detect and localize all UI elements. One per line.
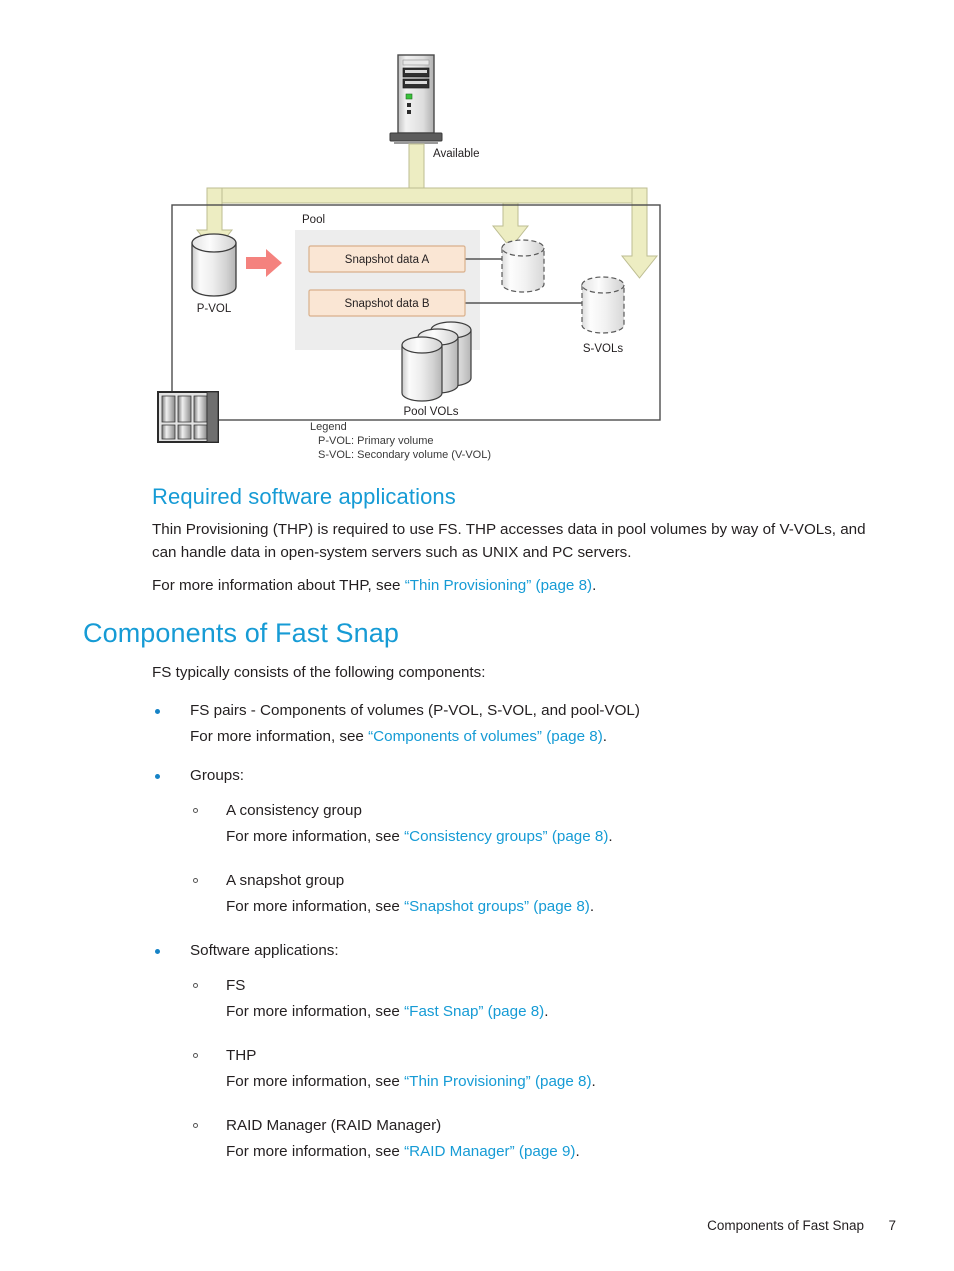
more-suffix: . (575, 1143, 580, 1160)
thp-more-suffix: . (592, 577, 597, 594)
paragraph-thp-intro: Thin Provisioning (THP) is required to u… (152, 521, 866, 561)
legend-title: Legend (310, 421, 347, 433)
software-applications-sublist: FS For more information, see “Fast Snap”… (190, 973, 954, 1165)
figure-legend: Legend P-VOL: Primary volume S-VOL: Seco… (310, 421, 491, 461)
link-snapshot-groups[interactable]: “Snapshot groups” (page 8) (404, 898, 590, 915)
more-prefix: For more information, see (190, 728, 369, 745)
figure-label-svols: S-VOLs (583, 343, 624, 355)
list-item-title: THP (226, 1047, 257, 1064)
more-prefix: For more information, see (226, 1143, 405, 1160)
page-content: Required software applications Thin Prov… (0, 482, 954, 1183)
heading-components-of-fast-snap: Components of Fast Snap (83, 618, 399, 648)
figure-label-pvol: P-VOL (197, 303, 232, 315)
list-item-title: Software applications: (190, 942, 339, 959)
more-prefix: For more information, see (226, 1073, 405, 1090)
list-item-title: A snapshot group (226, 872, 345, 889)
list-item-more-info: For more information, see “Consistency g… (226, 824, 954, 850)
link-thin-provisioning[interactable]: “Thin Provisioning” (page 8) (405, 577, 592, 594)
list-item: A snapshot group For more information, s… (190, 868, 954, 920)
list-item-title: Groups: (190, 767, 245, 784)
more-suffix: . (589, 898, 595, 915)
list-item-more-info: For more information, see “Fast Snap” (p… (226, 999, 954, 1025)
heading-required-software-applications: Required software applications (152, 484, 456, 509)
list-item-title: FS pairs - Components of volumes (P-VOL,… (190, 702, 640, 719)
list-item-title: RAID Manager (RAID Manager) (226, 1117, 442, 1134)
figure-label-poolvols: Pool VOLs (404, 406, 459, 418)
groups-sublist: A consistency group For more information… (190, 798, 954, 920)
legend-line-1: P-VOL: Primary volume (318, 435, 434, 447)
list-item: A consistency group For more information… (190, 798, 954, 850)
snapshot-data-a-box: Snapshot data A (308, 245, 466, 273)
link-consistency-groups[interactable]: “Consistency groups” (page 8) (404, 828, 608, 845)
footer-chapter-title: Components of Fast Snap (707, 1218, 864, 1233)
fast-snap-components-diagram: Available Pool Snapshot data A Snapshot … (150, 40, 710, 480)
list-item: THP For more information, see “Thin Prov… (190, 1043, 954, 1095)
more-prefix: For more information, see (226, 1003, 405, 1020)
list-item-more-info: For more information, see “Components of… (190, 724, 954, 750)
link-components-of-volumes[interactable]: “Components of volumes” (page 8) (368, 728, 603, 745)
thp-more-prefix: For more information about THP, see (152, 577, 405, 594)
snapshot-data-b-box: Snapshot data B (308, 289, 466, 317)
link-fast-snap[interactable]: “Fast Snap” (page 8) (404, 1003, 544, 1020)
list-item: Groups: A consistency group For more inf… (0, 763, 954, 920)
list-item: RAID Manager (RAID Manager) For more inf… (190, 1113, 954, 1165)
more-prefix: For more information, see (226, 828, 405, 845)
paragraph-thp-more-info: For more information about THP, see “Thi… (0, 574, 954, 597)
server-tower-icon (389, 54, 443, 144)
list-item-title: A consistency group (226, 802, 362, 819)
copy-arrow-icon (246, 249, 282, 277)
legend-line-2: S-VOL: Secondary volume (V-VOL) (318, 449, 491, 461)
more-prefix: For more information, see (226, 898, 405, 915)
list-item-title: FS (226, 977, 246, 994)
more-suffix: . (591, 1073, 596, 1090)
list-item: Software applications: FS For more infor… (0, 938, 954, 1165)
more-suffix: . (544, 1003, 549, 1020)
list-item-more-info: For more information, see “Thin Provisio… (226, 1069, 954, 1095)
figure-label-pool: Pool (302, 214, 325, 226)
footer-page-number: 7 (888, 1218, 896, 1233)
svg-text:Snapshot data B: Snapshot data B (344, 298, 429, 310)
list-item-more-info: For more information, see “Snapshot grou… (226, 894, 954, 920)
p-vol-cylinder: P-VOL (191, 233, 237, 315)
figure-label-available: Available (433, 148, 479, 160)
more-suffix: . (608, 828, 613, 845)
svg-text:Snapshot data A: Snapshot data A (345, 254, 430, 266)
more-suffix: . (602, 728, 608, 745)
components-list: FS pairs - Components of volumes (P-VOL,… (0, 698, 954, 1165)
list-item: FS For more information, see “Fast Snap”… (190, 973, 954, 1025)
list-item: FS pairs - Components of volumes (P-VOL,… (0, 698, 954, 750)
s-vol-cylinder-1 (501, 239, 545, 293)
list-item-more-info: For more information, see “RAID Manager”… (226, 1139, 954, 1165)
link-thin-provisioning-2[interactable]: “Thin Provisioning” (page 8) (404, 1073, 591, 1090)
page-footer: Components of Fast Snap 7 (0, 1218, 954, 1242)
paragraph-fs-typically: FS typically consists of the following c… (152, 664, 486, 681)
s-vol-cylinder-2: S-VOLs (581, 276, 625, 355)
storage-array-icon (157, 391, 219, 443)
link-raid-manager[interactable]: “RAID Manager” (page 9) (404, 1143, 575, 1160)
